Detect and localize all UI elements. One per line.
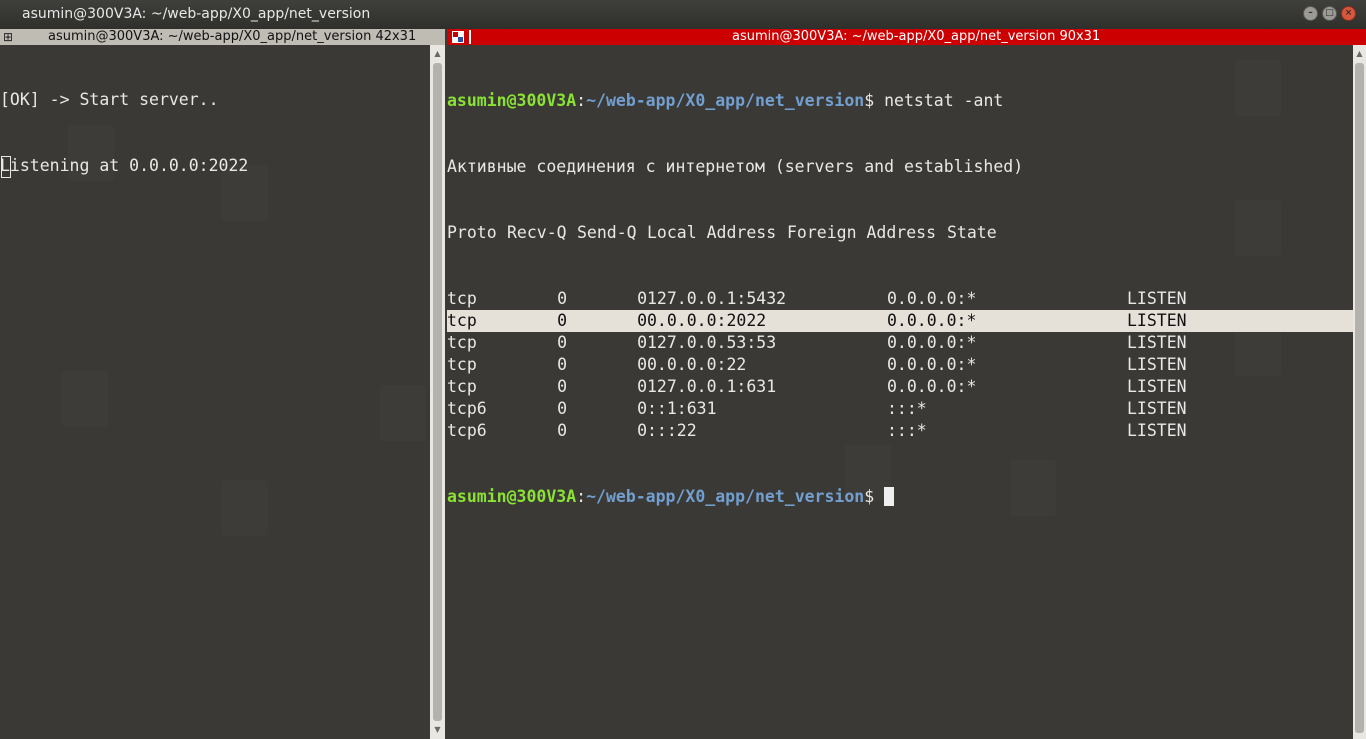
cell-local: 127.0.0.1:631 (647, 377, 777, 396)
cell-foreign: :::* (887, 421, 927, 440)
netstat-header-line: Активные соединения с интернетом (server… (447, 157, 1024, 176)
prompt-user: asumin@300V3A (447, 487, 577, 506)
prompt-dollar: $ (864, 487, 875, 506)
terminal-cursor (1, 156, 11, 178)
cell-sendq: 0 (637, 333, 647, 352)
cell-proto: tcp (447, 311, 477, 330)
cell-foreign: 0.0.0.0:* (887, 355, 977, 374)
cell-proto: tcp6 (447, 421, 487, 440)
right-terminal-title: asumin@300V3A: ~/web-app/X0_app/net_vers… (732, 29, 1101, 44)
cell-local: 127.0.0.53:53 (647, 333, 777, 352)
cell-proto: tcp6 (447, 399, 487, 418)
window-controls: – □ × (1303, 6, 1356, 21)
terminal-line: [OK] -> Start server.. (0, 90, 219, 109)
netstat-row: tcp 0 00.0.0.0:2022 0.0.0.0:* LISTEN (447, 310, 1353, 332)
cell-recvq: 0 (557, 421, 567, 440)
cell-state: LISTEN (1127, 421, 1187, 440)
cell-sendq: 0 (637, 355, 647, 374)
right-terminal[interactable]: asumin@300V3A:~/web-app/X0_app/net_versi… (447, 45, 1353, 739)
maximize-icon: □ (1325, 8, 1334, 18)
left-scrollbar[interactable]: ▲ ▼ (430, 45, 445, 739)
terminal-split-icon (452, 31, 464, 43)
scroll-up-icon[interactable]: ▲ (1353, 47, 1366, 61)
col-recvq: Recv-Q (507, 223, 567, 242)
cell-local: ::1:631 (647, 399, 717, 418)
right-terminal-tab[interactable]: asumin@300V3A: ~/web-app/X0_app/net_vers… (447, 29, 1366, 45)
cell-foreign: :::* (887, 399, 927, 418)
cell-state: LISTEN (1127, 289, 1187, 308)
prompt-separator: : (576, 91, 587, 110)
col-local: Local Address (647, 223, 777, 242)
terminal-prompt-line: asumin@300V3A:~/web-app/X0_app/net_versi… (447, 486, 1353, 508)
netstat-row: tcp6 0 0:::22:::* LISTEN (447, 420, 1353, 442)
cell-proto: tcp (447, 333, 477, 352)
right-scrollbar-thumb[interactable] (1355, 63, 1364, 733)
scroll-up-icon[interactable]: ▲ (430, 47, 445, 61)
right-scrollbar[interactable]: ▲ (1353, 45, 1366, 739)
cell-sendq: 0 (637, 399, 647, 418)
col-state: State (947, 223, 997, 242)
cell-state: LISTEN (1127, 355, 1187, 374)
prompt-path: ~/web-app/X0_app/net_version (586, 91, 865, 110)
netstat-rows: tcp 0 0127.0.0.1:5432 0.0.0.0:* LISTEN tcp 0 00… (447, 288, 1353, 442)
cell-proto: tcp (447, 289, 477, 308)
cell-recvq: 0 (557, 399, 567, 418)
cell-recvq: 0 (557, 289, 567, 308)
prompt-dollar: $ (864, 91, 875, 110)
cell-sendq: 0 (637, 289, 647, 308)
left-scrollbar-thumb[interactable] (433, 63, 442, 721)
cell-recvq: 0 (557, 377, 567, 396)
left-terminal-title: asumin@300V3A: ~/web-app/X0_app/net_vers… (48, 29, 417, 44)
col-sendq: Send-Q (577, 223, 637, 242)
close-button[interactable]: × (1341, 6, 1356, 21)
netstat-row: tcp 0 00.0.0.0:22 0.0.0.0:* LISTEN (447, 354, 1353, 376)
cell-local: 127.0.0.1:5432 (647, 289, 787, 308)
cell-proto: tcp (447, 377, 477, 396)
netstat-columns-line: Proto Recv-Q Send-Q Local Address Foreign Ad… (447, 222, 1353, 244)
terminal-prompt-line: asumin@300V3A:~/web-app/X0_app/net_versi… (447, 90, 1353, 112)
cell-sendq: 0 (637, 311, 647, 330)
cell-state: LISTEN (1127, 377, 1187, 396)
left-terminal[interactable]: [OK] -> Start server.. Listening at 0.0.… (0, 45, 430, 739)
cell-foreign: 0.0.0.0:* (887, 311, 977, 330)
cell-proto: tcp (447, 355, 477, 374)
cell-recvq: 0 (557, 355, 567, 374)
netstat-row: tcp6 0 0::1:631:::* LISTEN (447, 398, 1353, 420)
cell-state: LISTEN (1127, 333, 1187, 352)
minimize-icon: – (1308, 8, 1313, 18)
prompt-path: ~/web-app/X0_app/net_version (586, 487, 865, 506)
prompt-separator: : (576, 487, 587, 506)
col-foreign: Foreign Address (787, 223, 937, 242)
cell-local: 0.0.0.0:2022 (647, 311, 767, 330)
cell-sendq: 0 (637, 421, 647, 440)
cell-state: LISTEN (1127, 311, 1187, 330)
netstat-row: tcp 0 0127.0.0.1:631 0.0.0.0:* LISTEN (447, 376, 1353, 398)
terminal-cursor (884, 487, 895, 506)
col-proto: Proto (447, 223, 497, 242)
scroll-down-icon[interactable]: ▼ (430, 723, 445, 737)
tab-separator (469, 30, 471, 44)
netstat-row: tcp 0 0127.0.0.53:53 0.0.0.0:* LISTEN (447, 332, 1353, 354)
cell-state: LISTEN (1127, 399, 1187, 418)
prompt-command: netstat -ant (874, 91, 1004, 110)
cell-foreign: 0.0.0.0:* (887, 289, 977, 308)
cell-foreign: 0.0.0.0:* (887, 333, 977, 352)
window-titlebar: asumin@300V3A: ~/web-app/X0_app/net_vers… (0, 0, 1366, 29)
cell-local: :::22 (647, 421, 697, 440)
cell-foreign: 0.0.0.0:* (887, 377, 977, 396)
netstat-row: tcp 0 0127.0.0.1:5432 0.0.0.0:* LISTEN (447, 288, 1353, 310)
window-title: asumin@300V3A: ~/web-app/X0_app/net_vers… (22, 6, 371, 22)
cell-local: 0.0.0.0:22 (647, 355, 747, 374)
terminal-split-icon: ⊞ (3, 30, 14, 44)
close-icon: × (1344, 8, 1353, 18)
cell-sendq: 0 (637, 377, 647, 396)
prompt-user: asumin@300V3A (447, 91, 577, 110)
left-terminal-tab[interactable]: ⊞ asumin@300V3A: ~/web-app/X0_app/net_ve… (0, 29, 445, 45)
minimize-button[interactable]: – (1303, 6, 1318, 21)
maximize-button[interactable]: □ (1322, 6, 1337, 21)
cell-recvq: 0 (557, 333, 567, 352)
terminal-line: Listening at 0.0.0.0:2022 (0, 156, 249, 175)
cell-recvq: 0 (557, 311, 567, 330)
